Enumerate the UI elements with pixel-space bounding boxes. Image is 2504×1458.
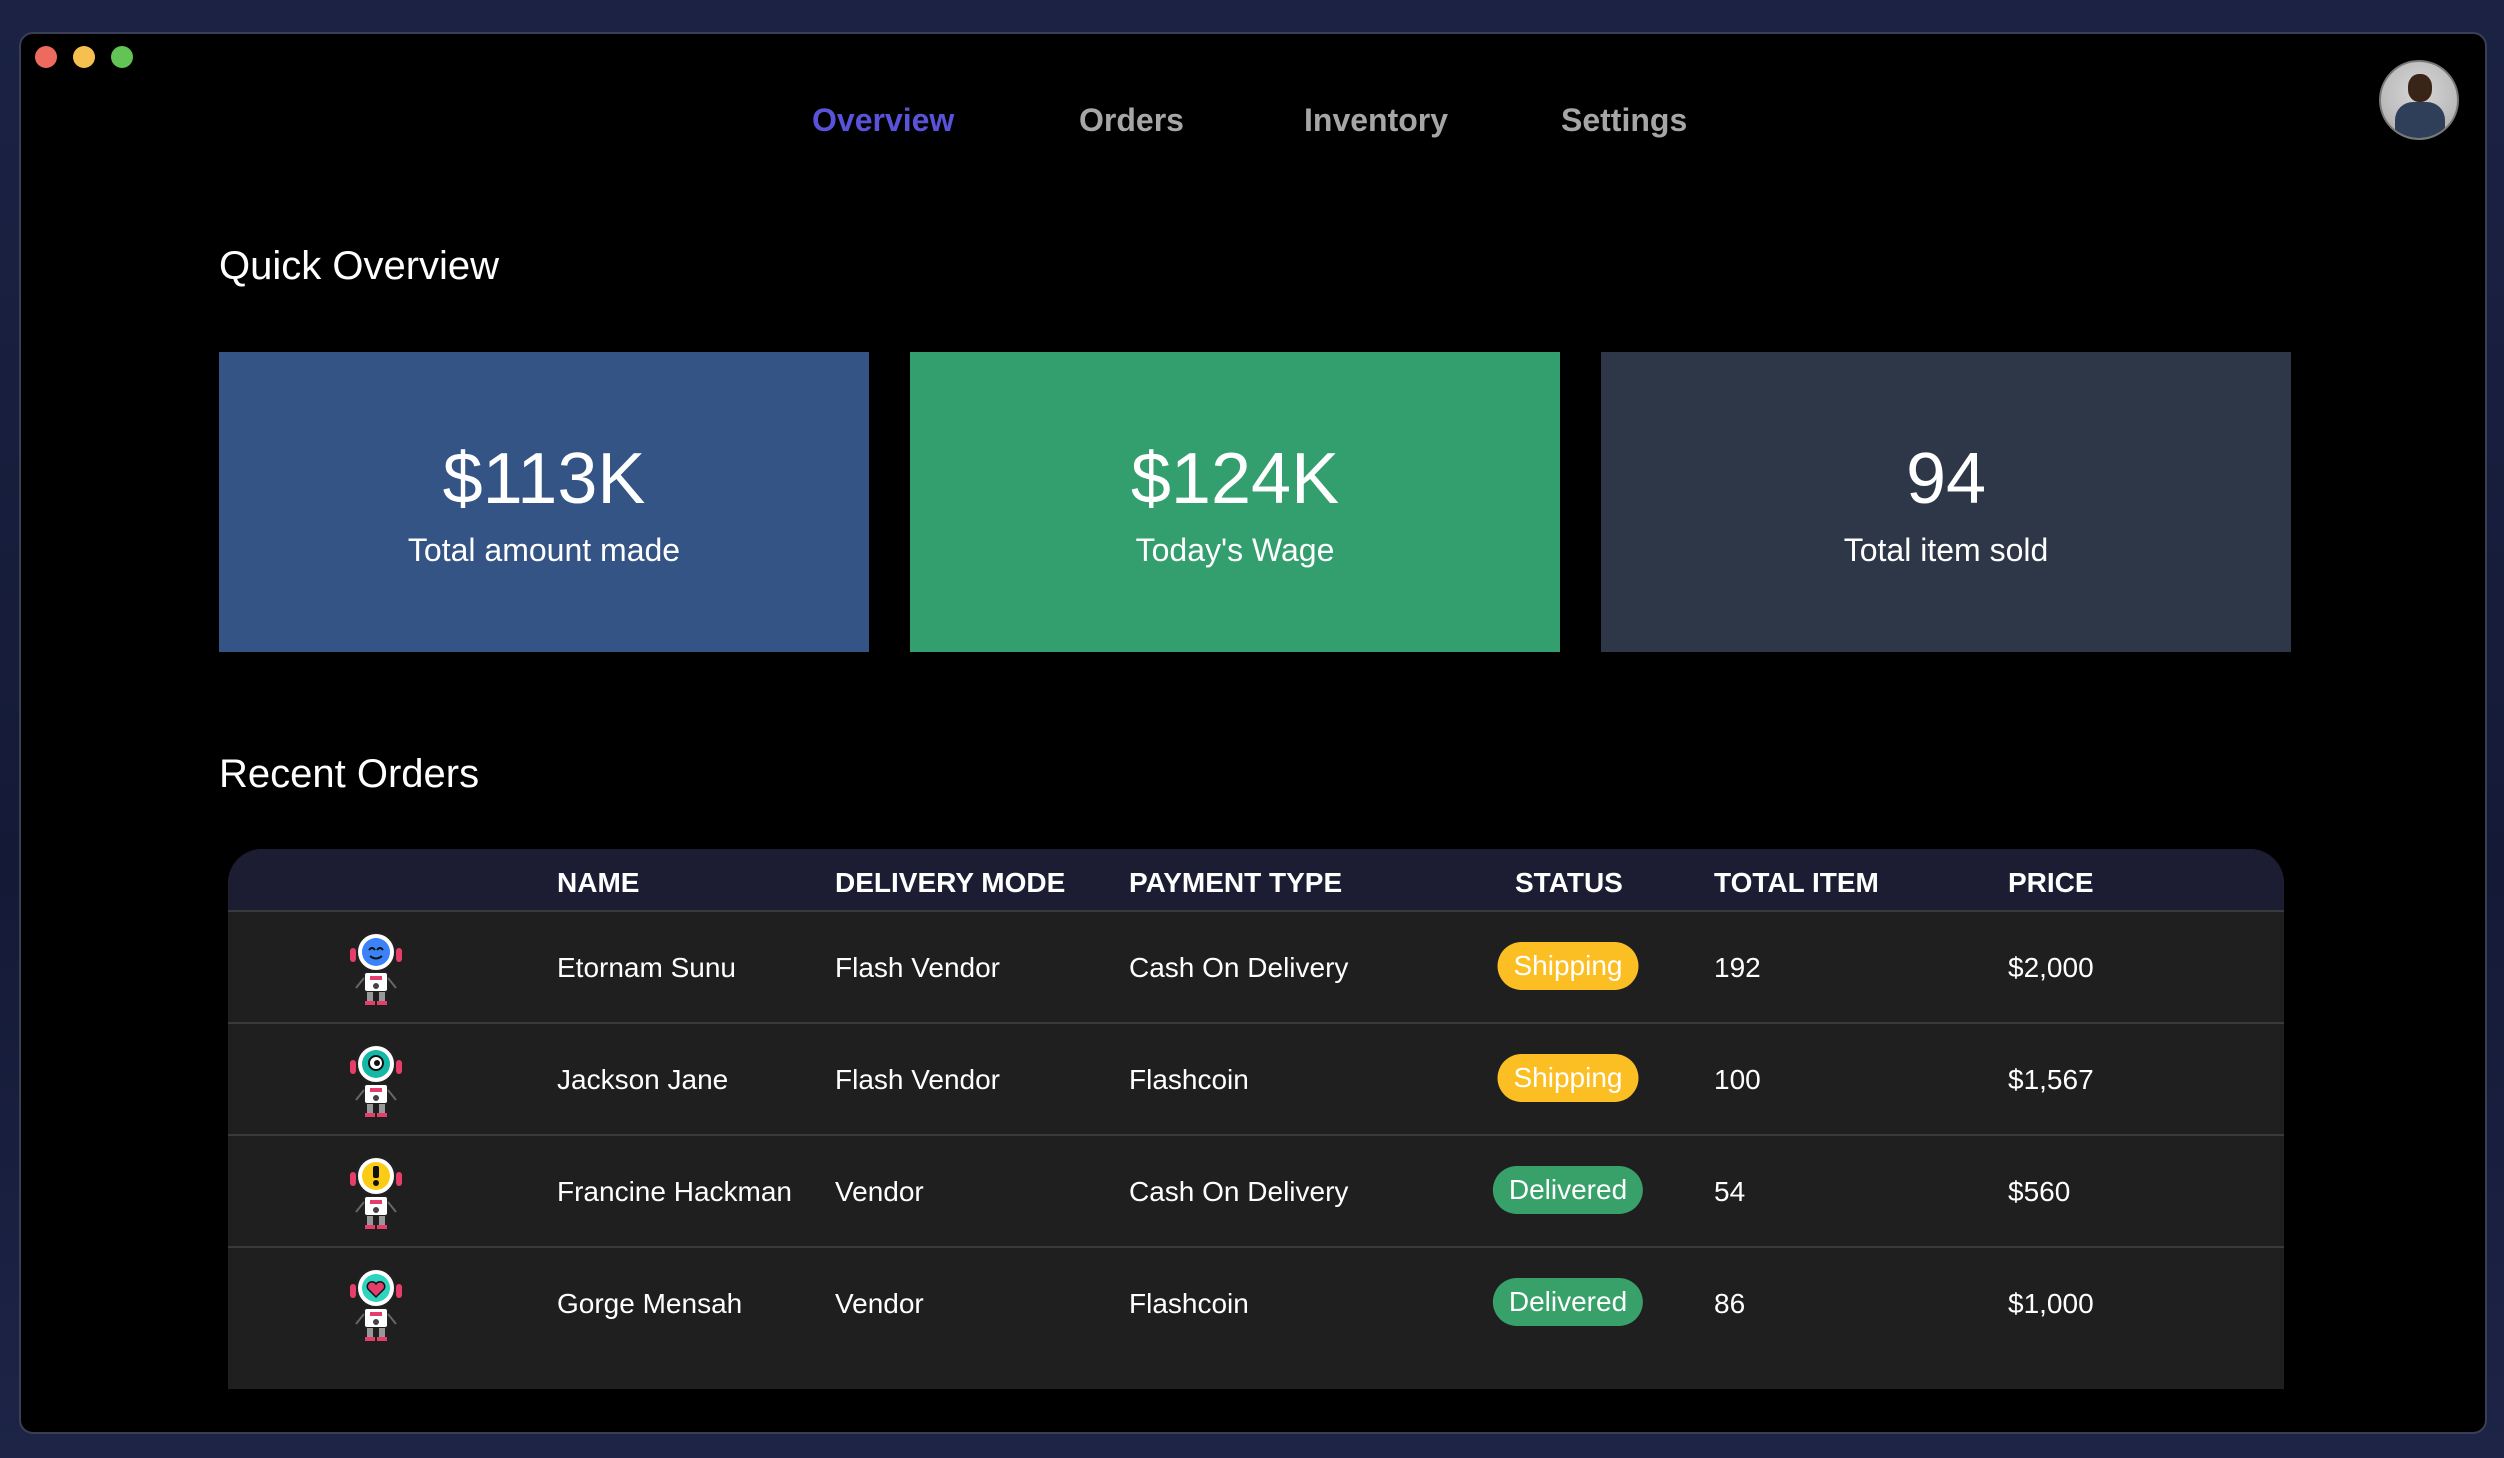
- column-header-status[interactable]: STATUS: [1515, 867, 1623, 899]
- tab-inventory[interactable]: Inventory: [1304, 102, 1448, 139]
- app-window: Overview Orders Inventory Settings Quick…: [19, 32, 2487, 1434]
- price: $560: [2008, 1176, 2071, 1207]
- stat-label: Total amount made: [407, 532, 681, 568]
- tab-orders[interactable]: Orders: [1079, 102, 1184, 139]
- payment-type: Flashcoin: [1129, 1064, 1249, 1095]
- total-item: 54: [1714, 1176, 1746, 1207]
- quick-overview-title: Quick Overview: [219, 244, 500, 288]
- delivery-mode: Vendor: [835, 1288, 924, 1319]
- delivery-mode: Flash Vendor: [835, 1064, 1000, 1095]
- price: $1,567: [2008, 1064, 2094, 1095]
- stat-value: 94: [1905, 439, 1987, 519]
- table-row[interactable]: Gorge Mensah Vendor Flashcoin Delivered …: [228, 1248, 2284, 1360]
- column-header-payment-type[interactable]: PAYMENT TYPE: [1129, 867, 1342, 899]
- top-nav: Overview Orders Inventory Settings: [21, 70, 2485, 138]
- stat-label: Total item sold: [1843, 532, 2049, 568]
- column-header-total-item[interactable]: TOTAL ITEM: [1714, 867, 1879, 899]
- table-header: NAME DELIVERY MODE PAYMENT TYPE STATUS T…: [228, 849, 2284, 912]
- price: $2,000: [2008, 952, 2094, 983]
- status-badge: Shipping: [1497, 1054, 1639, 1102]
- user-avatar[interactable]: [2379, 60, 2459, 140]
- recent-orders-title: Recent Orders: [219, 752, 480, 796]
- close-window-button[interactable]: [35, 46, 57, 68]
- total-item: 192: [1714, 952, 1761, 983]
- tab-settings[interactable]: Settings: [1561, 102, 1687, 139]
- payment-type: Cash On Delivery: [1129, 952, 1349, 983]
- table-row[interactable]: Francine Hackman Vendor Cash On Delivery…: [228, 1136, 2284, 1248]
- column-header-delivery-mode[interactable]: DELIVERY MODE: [835, 867, 1065, 899]
- table-row[interactable]: Etornam Sunu Flash Vendor Cash On Delive…: [228, 912, 2284, 1024]
- customer-name: Gorge Mensah: [557, 1288, 743, 1319]
- status-badge: Shipping: [1497, 942, 1639, 990]
- delivery-mode: Flash Vendor: [835, 952, 1000, 983]
- customer-name: Etornam Sunu: [557, 952, 736, 983]
- tab-overview[interactable]: Overview: [812, 102, 954, 139]
- stat-card-todays-wage: $124K Today's Wage: [910, 352, 1560, 652]
- minimize-window-button[interactable]: [73, 46, 95, 68]
- status-badge: Delivered: [1492, 1278, 1644, 1326]
- robot-blue-face-icon: [350, 932, 402, 1005]
- table-row[interactable]: Jackson Jane Flash Vendor Flashcoin Ship…: [228, 1024, 2284, 1136]
- customer-name: Francine Hackman: [557, 1176, 792, 1207]
- stat-label: Today's Wage: [1135, 532, 1335, 568]
- delivery-mode: Vendor: [835, 1176, 924, 1207]
- avatar-body-shape: [2395, 102, 2445, 138]
- robot-heart-face-icon: [350, 1268, 402, 1341]
- column-header-name[interactable]: NAME: [557, 867, 639, 899]
- payment-type: Cash On Delivery: [1129, 1176, 1349, 1207]
- payment-type: Flashcoin: [1129, 1288, 1249, 1319]
- orders-table: NAME DELIVERY MODE PAYMENT TYPE STATUS T…: [228, 849, 2284, 1389]
- robot-yellow-face-icon: [350, 1156, 402, 1229]
- maximize-window-button[interactable]: [111, 46, 133, 68]
- window-controls: [35, 46, 133, 68]
- total-item: 100: [1714, 1064, 1761, 1095]
- total-item: 86: [1714, 1288, 1746, 1319]
- avatar-head-shape: [2408, 74, 2432, 102]
- customer-name: Jackson Jane: [557, 1064, 729, 1095]
- stat-value: $113K: [442, 439, 646, 519]
- stat-card-items-sold: 94 Total item sold: [1601, 352, 2291, 652]
- robot-teal-face-icon: [350, 1044, 402, 1117]
- stat-value: $124K: [1130, 439, 1340, 519]
- price: $1,000: [2008, 1288, 2094, 1319]
- column-header-price[interactable]: PRICE: [2008, 867, 2094, 899]
- stat-card-total-amount: $113K Total amount made: [219, 352, 869, 652]
- status-badge: Delivered: [1492, 1166, 1644, 1214]
